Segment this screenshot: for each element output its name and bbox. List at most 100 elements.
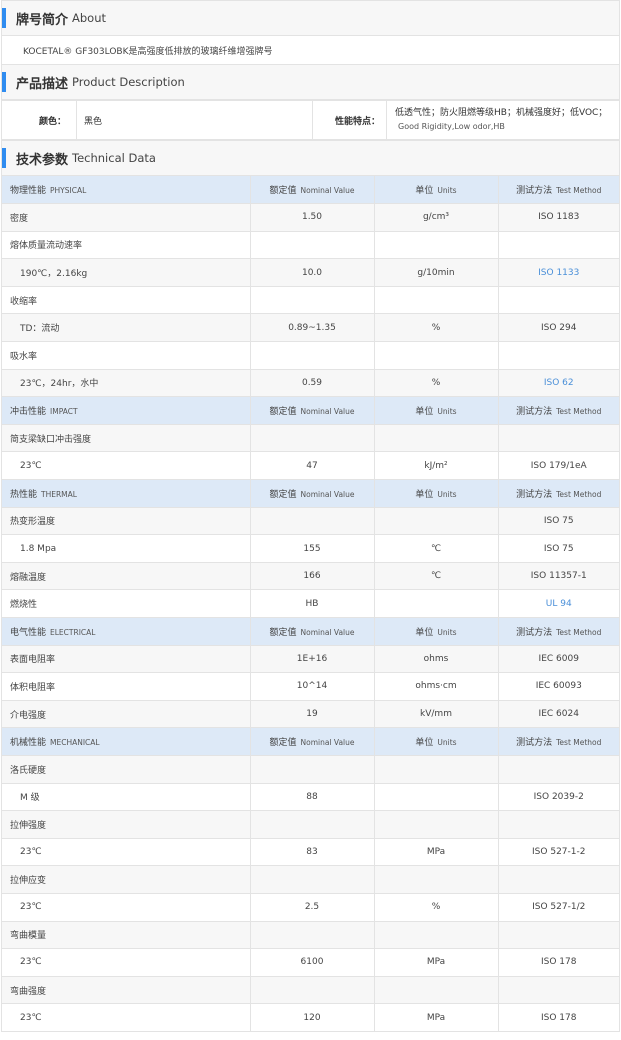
test-method: ISO 11357-1 bbox=[498, 562, 619, 591]
property-name: 熔体质量流动速率 bbox=[2, 231, 251, 260]
test-method bbox=[498, 231, 619, 260]
accent-bar bbox=[2, 8, 6, 28]
test-method: ISO 2039-2 bbox=[498, 783, 619, 812]
property-value bbox=[250, 810, 375, 839]
header-unit-zh: 单位 bbox=[415, 627, 434, 638]
test-method: ISO 75 bbox=[498, 507, 619, 536]
table-row: 1.8 Mpa 155 ℃ ISO 75 bbox=[2, 534, 619, 563]
table-row: 洛氏硬度 bbox=[2, 755, 619, 784]
category-en: IMPACT bbox=[50, 407, 78, 417]
property-unit bbox=[374, 507, 499, 536]
category-name: 热性能 THERMAL bbox=[2, 479, 251, 508]
header-value-en: Nominal Value bbox=[300, 489, 355, 499]
property-name: 拉伸强度 bbox=[2, 810, 251, 839]
property-value: 155 bbox=[250, 534, 375, 563]
property-value: 120 bbox=[250, 1003, 375, 1032]
property-unit bbox=[374, 976, 499, 1005]
property-value: 1E+16 bbox=[250, 645, 375, 674]
property-unit: kV/mm bbox=[374, 700, 499, 729]
header-value-en: Nominal Value bbox=[300, 186, 355, 196]
header-method-en: Test Method bbox=[556, 489, 602, 499]
property-name: M 级 bbox=[2, 783, 251, 812]
about-title-en: About bbox=[72, 11, 107, 25]
category-en: THERMAL bbox=[41, 489, 77, 499]
table-row: 弯曲强度 bbox=[2, 976, 619, 1005]
property-unit bbox=[374, 286, 499, 315]
table-row: 23℃，24hr，水中 0.59% ISO 62 bbox=[2, 369, 619, 398]
tech-header: 技术参数 Technical Data bbox=[2, 140, 619, 176]
property-value: 6100 bbox=[250, 948, 375, 977]
header-method-zh: 测试方法 bbox=[516, 627, 553, 638]
property-unit: % bbox=[374, 369, 499, 398]
test-method: IEC 6009 bbox=[498, 645, 619, 674]
property-unit bbox=[374, 755, 499, 784]
datasheet: 牌号简介 About KOCETAL® GF303LOBK是高强度低排放的玻璃纤… bbox=[1, 0, 620, 1032]
header-value-en: Nominal Value bbox=[300, 627, 355, 637]
category-zh: 冲击性能 bbox=[10, 407, 47, 418]
tech-data-table: 物理性能 PHYSICAL 额定值 Nominal Value 单位 Units 测试方法 T… bbox=[2, 176, 619, 1032]
table-row: 拉伸强度 bbox=[2, 810, 619, 839]
property-name: 1.8 Mpa bbox=[2, 534, 251, 563]
test-method bbox=[498, 341, 619, 370]
header-unit: 单位 Units bbox=[374, 396, 499, 425]
property-value bbox=[250, 286, 375, 315]
property-name: 热变形温度 bbox=[2, 507, 251, 536]
property-name: 吸水率 bbox=[2, 341, 251, 370]
property-value: 0.89~1.35 bbox=[250, 313, 375, 343]
header-unit-zh: 单位 bbox=[415, 186, 434, 197]
header-value: 额定值 Nominal Value bbox=[250, 479, 375, 508]
property-value bbox=[250, 507, 375, 536]
table-row: 熔融温度 166 ℃ ISO 11357-1 bbox=[2, 562, 619, 591]
property-unit: ℃ bbox=[374, 534, 499, 563]
features-en: Good Rigidity,Low odor,HB bbox=[398, 122, 505, 131]
header-value: 额定值 Nominal Value bbox=[250, 396, 375, 425]
header-value-zh: 额定值 bbox=[269, 738, 297, 749]
category-zh: 机械性能 bbox=[10, 738, 47, 749]
header-unit-en: Units bbox=[437, 489, 457, 499]
property-value bbox=[250, 424, 375, 453]
header-unit: 单位 Units bbox=[374, 727, 499, 756]
test-method-link[interactable]: UL 94 bbox=[498, 589, 619, 618]
category-name: 物理性能 PHYSICAL bbox=[2, 176, 251, 205]
test-method-link[interactable]: ISO 62 bbox=[498, 369, 619, 398]
header-method: 测试方法 Test Method bbox=[498, 176, 619, 205]
test-method: ISO 178 bbox=[498, 1003, 619, 1032]
table-row: 熔体质量流动速率 bbox=[2, 231, 619, 260]
accent-bar bbox=[2, 148, 6, 168]
table-row: 体积电阻率 10^14 ohms·cm IEC 60093 bbox=[2, 672, 619, 701]
table-row: 介电强度 19 kV/mm IEC 6024 bbox=[2, 700, 619, 729]
about-text: KOCETAL® GF303LOBK是高强度低排放的玻璃纤维增强牌号 bbox=[23, 46, 273, 57]
category-zh: 热性能 bbox=[10, 489, 38, 500]
header-method-zh: 测试方法 bbox=[516, 489, 553, 500]
table-row: 拉伸应变 bbox=[2, 865, 619, 894]
property-name: 23℃ bbox=[2, 451, 251, 481]
property-name: 23℃ bbox=[2, 1003, 251, 1032]
header-value-zh: 额定值 bbox=[269, 627, 297, 638]
table-row: 收缩率 bbox=[2, 286, 619, 315]
header-value-zh: 额定值 bbox=[269, 489, 297, 500]
header-method-en: Test Method bbox=[556, 186, 602, 196]
property-unit: ℃ bbox=[374, 562, 499, 591]
product-header: 产品描述 Product Description bbox=[2, 64, 619, 100]
test-method bbox=[498, 865, 619, 894]
color-label: 颜色： bbox=[2, 101, 77, 139]
table-row: 简支梁缺口冲击强度 bbox=[2, 424, 619, 453]
header-method: 测试方法 Test Method bbox=[498, 617, 619, 646]
property-unit: ohms·cm bbox=[374, 672, 499, 701]
test-method: ISO 527-1-2 bbox=[498, 838, 619, 867]
table-row: 表面电阻率 1E+16 ohms IEC 6009 bbox=[2, 645, 619, 674]
property-value bbox=[250, 755, 375, 784]
header-unit-zh: 单位 bbox=[415, 407, 434, 418]
test-method-link[interactable]: ISO 1133 bbox=[498, 258, 619, 287]
property-unit: MPa bbox=[374, 948, 499, 977]
table-row: 燃烧性 HB UL 94 bbox=[2, 589, 619, 618]
test-method bbox=[498, 755, 619, 784]
property-value: 88 bbox=[250, 783, 375, 812]
property-value bbox=[250, 976, 375, 1005]
test-method: IEC 60093 bbox=[498, 672, 619, 701]
property-value: 10^14 bbox=[250, 672, 375, 701]
property-name: 23℃ bbox=[2, 893, 251, 922]
property-unit: kJ/m² bbox=[374, 451, 499, 481]
property-unit bbox=[374, 231, 499, 260]
about-header: 牌号简介 About bbox=[2, 0, 619, 36]
